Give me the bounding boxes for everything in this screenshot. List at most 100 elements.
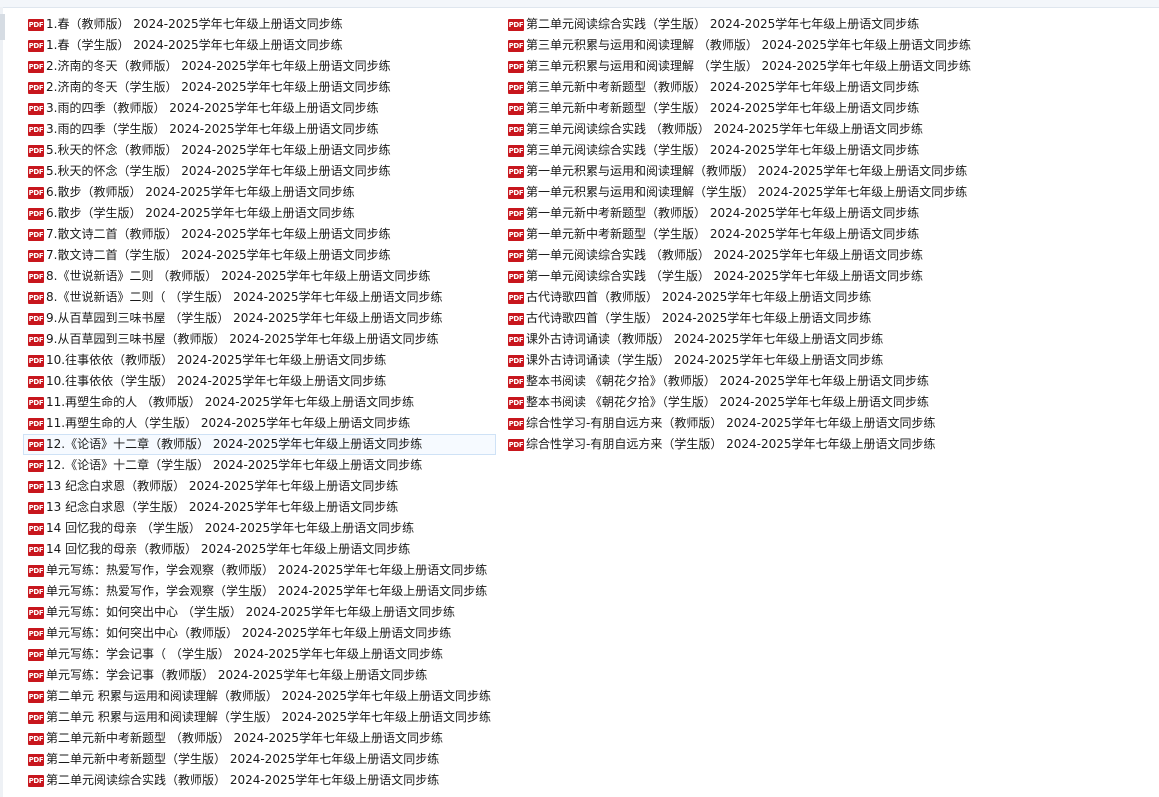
pdf-file-icon: PDF [28,459,44,472]
file-name: 13 纪念白求恩（教师版） 2024-2025学年七年级上册语文同步练 [46,479,399,493]
file-item[interactable]: PDF 13 纪念白求恩（学生版） 2024-2025学年七年级上册语文同步练 [23,497,496,518]
file-item[interactable]: PDF 单元写练：学会记事（ （学生版） 2024-2025学年七年级上册语文同步… [23,644,496,665]
file-item[interactable]: PDF 第三单元阅读综合实践（学生版） 2024-2025学年七年级上册语文同步练 [503,140,976,161]
file-item[interactable]: PDF 2.济南的冬天（教师版） 2024-2025学年七年级上册语文同步练 [23,56,496,77]
pdf-file-icon: PDF [28,690,44,703]
file-item[interactable]: PDF 综合性学习-有朋自远方来（学生版） 2024-2025学年七年级上册语文同… [503,434,976,455]
file-item[interactable]: PDF 第三单元新中考新题型（学生版） 2024-2025学年七年级上册语文同步练 [503,98,976,119]
pdf-file-icon: PDF [28,291,44,304]
file-item[interactable]: PDF 课外古诗词诵读（教师版） 2024-2025学年七年级上册语文同步练 [503,329,976,350]
file-item[interactable]: PDF 3.雨的四季（学生版） 2024-2025学年七年级上册语文同步练 [23,119,496,140]
file-name: 第三单元积累与运用和阅读理解 （教师版） 2024-2025学年七年级上册语文同… [526,38,972,52]
pdf-file-icon: PDF [508,354,524,367]
file-item[interactable]: PDF 10.往事依依（学生版） 2024-2025学年七年级上册语文同步练 [23,371,496,392]
file-item[interactable]: PDF 第三单元积累与运用和阅读理解 （学生版） 2024-2025学年七年级上册… [503,56,976,77]
file-name: 8.《世说新语》二则（ （学生版） 2024-2025学年七年级上册语文同步练 [46,290,443,304]
pdf-file-icon: PDF [28,564,44,577]
file-item[interactable]: PDF 第二单元 积累与运用和阅读理解（教师版） 2024-2025学年七年级上册… [23,686,496,707]
file-name: 第二单元新中考新题型（学生版） 2024-2025学年七年级上册语文同步练 [46,752,440,766]
pdf-file-icon: PDF [28,711,44,724]
file-item[interactable]: PDF 整本书阅读 《朝花夕拾》（教师版） 2024-2025学年七年级上册语文同… [503,371,976,392]
file-name: 第二单元 积累与运用和阅读理解（学生版） 2024-2025学年七年级上册语文同… [46,710,492,724]
file-name: 5.秋天的怀念（学生版） 2024-2025学年七年级上册语文同步练 [46,164,391,178]
file-item[interactable]: PDF 单元写练：如何突出中心 （学生版） 2024-2025学年七年级上册语文同… [23,602,496,623]
file-item[interactable]: PDF 单元写练：如何突出中心（教师版） 2024-2025学年七年级上册语文同步… [23,623,496,644]
file-name: 单元写练：学会记事（ （学生版） 2024-2025学年七年级上册语文同步练 [46,647,444,661]
file-name: 第一单元阅读综合实践 （学生版） 2024-2025学年七年级上册语文同步练 [526,269,924,283]
file-item[interactable]: PDF 第三单元阅读综合实践 （教师版） 2024-2025学年七年级上册语文同步… [503,119,976,140]
file-item[interactable]: PDF 2.济南的冬天（学生版） 2024-2025学年七年级上册语文同步练 [23,77,496,98]
file-item[interactable]: PDF 古代诗歌四首（教师版） 2024-2025学年七年级上册语文同步练 [503,287,976,308]
file-item[interactable]: PDF 11.再塑生命的人（学生版） 2024-2025学年七年级上册语文同步练 [23,413,496,434]
file-name: 综合性学习-有朋自远方来（教师版） 2024-2025学年七年级上册语文同步练 [526,416,936,430]
file-name: 11.再塑生命的人（学生版） 2024-2025学年七年级上册语文同步练 [46,416,411,430]
file-item[interactable]: PDF 1.春（学生版） 2024-2025学年七年级上册语文同步练 [23,35,496,56]
file-item[interactable]: PDF 单元写练：热爱写作，学会观察（学生版） 2024-2025学年七年级上册语… [23,581,496,602]
pdf-file-icon: PDF [28,18,44,31]
pdf-file-icon: PDF [508,312,524,325]
file-item[interactable]: PDF 第二单元阅读综合实践（学生版） 2024-2025学年七年级上册语文同步练 [503,14,976,35]
file-item[interactable]: PDF 14 回忆我的母亲 （学生版） 2024-2025学年七年级上册语文同步练 [23,518,496,539]
file-item-selected[interactable]: PDF 12.《论语》十二章（教师版） 2024-2025学年七年级上册语文同步练 [23,434,497,455]
file-item[interactable]: PDF 整本书阅读 《朝花夕拾》（学生版） 2024-2025学年七年级上册语文同… [503,392,976,413]
pdf-file-icon: PDF [28,480,44,493]
pdf-file-icon: PDF [28,123,44,136]
file-item[interactable]: PDF 单元写练：热爱写作，学会观察（教师版） 2024-2025学年七年级上册语… [23,560,496,581]
file-name: 整本书阅读 《朝花夕拾》（教师版） 2024-2025学年七年级上册语文同步练 [526,374,930,388]
pdf-file-icon: PDF [28,753,44,766]
pdf-file-icon: PDF [28,81,44,94]
file-name: 8.《世说新语》二则 （教师版） 2024-2025学年七年级上册语文同步练 [46,269,431,283]
file-item[interactable]: PDF 7.散文诗二首（教师版） 2024-2025学年七年级上册语文同步练 [23,224,496,245]
file-name: 14 回忆我的母亲 （学生版） 2024-2025学年七年级上册语文同步练 [46,521,415,535]
file-item[interactable]: PDF 8.《世说新语》二则（ （学生版） 2024-2025学年七年级上册语文同… [23,287,496,308]
left-pane-edge [0,7,3,797]
file-item[interactable]: PDF 14 回忆我的母亲（教师版） 2024-2025学年七年级上册语文同步练 [23,539,496,560]
file-item[interactable]: PDF 第一单元新中考新题型（教师版） 2024-2025学年七年级上册语文同步练 [503,203,976,224]
file-item[interactable]: PDF 13 纪念白求恩（教师版） 2024-2025学年七年级上册语文同步练 [23,476,496,497]
file-item[interactable]: PDF 10.往事依依（教师版） 2024-2025学年七年级上册语文同步练 [23,350,496,371]
file-item[interactable]: PDF 第一单元积累与运用和阅读理解（学生版） 2024-2025学年七年级上册语… [503,182,976,203]
scroll-thumb[interactable] [0,14,5,40]
pdf-file-icon: PDF [28,165,44,178]
pdf-file-icon: PDF [28,249,44,262]
file-item[interactable]: PDF 7.散文诗二首（学生版） 2024-2025学年七年级上册语文同步练 [23,245,496,266]
file-item[interactable]: PDF 8.《世说新语》二则 （教师版） 2024-2025学年七年级上册语文同步… [23,266,496,287]
file-item[interactable]: PDF 第二单元阅读综合实践（教师版） 2024-2025学年七年级上册语文同步练 [23,770,496,791]
pdf-file-icon: PDF [508,270,524,283]
file-item[interactable]: PDF 11.再塑生命的人 （教师版） 2024-2025学年七年级上册语文同步练 [23,392,496,413]
top-edge [0,0,1159,8]
file-item[interactable]: PDF 3.雨的四季（教师版） 2024-2025学年七年级上册语文同步练 [23,98,496,119]
file-item[interactable]: PDF 6.散步（学生版） 2024-2025学年七年级上册语文同步练 [23,203,496,224]
file-item[interactable]: PDF 第三单元新中考新题型（教师版） 2024-2025学年七年级上册语文同步练 [503,77,976,98]
file-name: 古代诗歌四首（教师版） 2024-2025学年七年级上册语文同步练 [526,290,872,304]
file-item[interactable]: PDF 综合性学习-有朋自远方来（教师版） 2024-2025学年七年级上册语文同… [503,413,976,434]
file-item[interactable]: PDF 第三单元积累与运用和阅读理解 （教师版） 2024-2025学年七年级上册… [503,35,976,56]
file-item[interactable]: PDF 第一单元阅读综合实践 （教师版） 2024-2025学年七年级上册语文同步… [503,245,976,266]
pdf-file-icon: PDF [508,81,524,94]
file-item[interactable]: PDF 1.春（教师版） 2024-2025学年七年级上册语文同步练 [23,14,496,35]
file-item[interactable]: PDF 第一单元新中考新题型（学生版） 2024-2025学年七年级上册语文同步练 [503,224,976,245]
file-name: 第三单元阅读综合实践 （教师版） 2024-2025学年七年级上册语文同步练 [526,122,924,136]
file-item[interactable]: PDF 9.从百草园到三味书屋 （学生版） 2024-2025学年七年级上册语文同… [23,308,496,329]
file-name: 10.往事依依（学生版） 2024-2025学年七年级上册语文同步练 [46,374,387,388]
pdf-file-icon: PDF [28,270,44,283]
file-name: 整本书阅读 《朝花夕拾》（学生版） 2024-2025学年七年级上册语文同步练 [526,395,930,409]
file-item[interactable]: PDF 5.秋天的怀念（学生版） 2024-2025学年七年级上册语文同步练 [23,161,496,182]
pdf-file-icon: PDF [28,417,44,430]
file-item[interactable]: PDF 第二单元新中考新题型 （教师版） 2024-2025学年七年级上册语文同步… [23,728,496,749]
file-item[interactable]: PDF 第二单元新中考新题型（学生版） 2024-2025学年七年级上册语文同步练 [23,749,496,770]
file-item[interactable]: PDF 第二单元 积累与运用和阅读理解（学生版） 2024-2025学年七年级上册… [23,707,496,728]
file-item[interactable]: PDF 12.《论语》十二章（学生版） 2024-2025学年七年级上册语文同步练 [23,455,496,476]
file-explorer-view: PDF 1.春（教师版） 2024-2025学年七年级上册语文同步练 PDF 1.春（… [0,0,1159,797]
pdf-file-icon: PDF [508,165,524,178]
file-item[interactable]: PDF 6.散步（教师版） 2024-2025学年七年级上册语文同步练 [23,182,496,203]
file-item[interactable]: PDF 第一单元积累与运用和阅读理解（教师版） 2024-2025学年七年级上册语… [503,161,976,182]
file-item[interactable]: PDF 古代诗歌四首（学生版） 2024-2025学年七年级上册语文同步练 [503,308,976,329]
pdf-file-icon: PDF [508,123,524,136]
file-item[interactable]: PDF 单元写练：学会记事（教师版） 2024-2025学年七年级上册语文同步练 [23,665,496,686]
file-item[interactable]: PDF 9.从百草园到三味书屋（教师版） 2024-2025学年七年级上册语文同步… [23,329,496,350]
file-item[interactable]: PDF 5.秋天的怀念（教师版） 2024-2025学年七年级上册语文同步练 [23,140,496,161]
file-item[interactable]: PDF 第一单元阅读综合实践 （学生版） 2024-2025学年七年级上册语文同步… [503,266,976,287]
pdf-file-icon: PDF [508,144,524,157]
file-item[interactable]: PDF 课外古诗词诵读（学生版） 2024-2025学年七年级上册语文同步练 [503,350,976,371]
